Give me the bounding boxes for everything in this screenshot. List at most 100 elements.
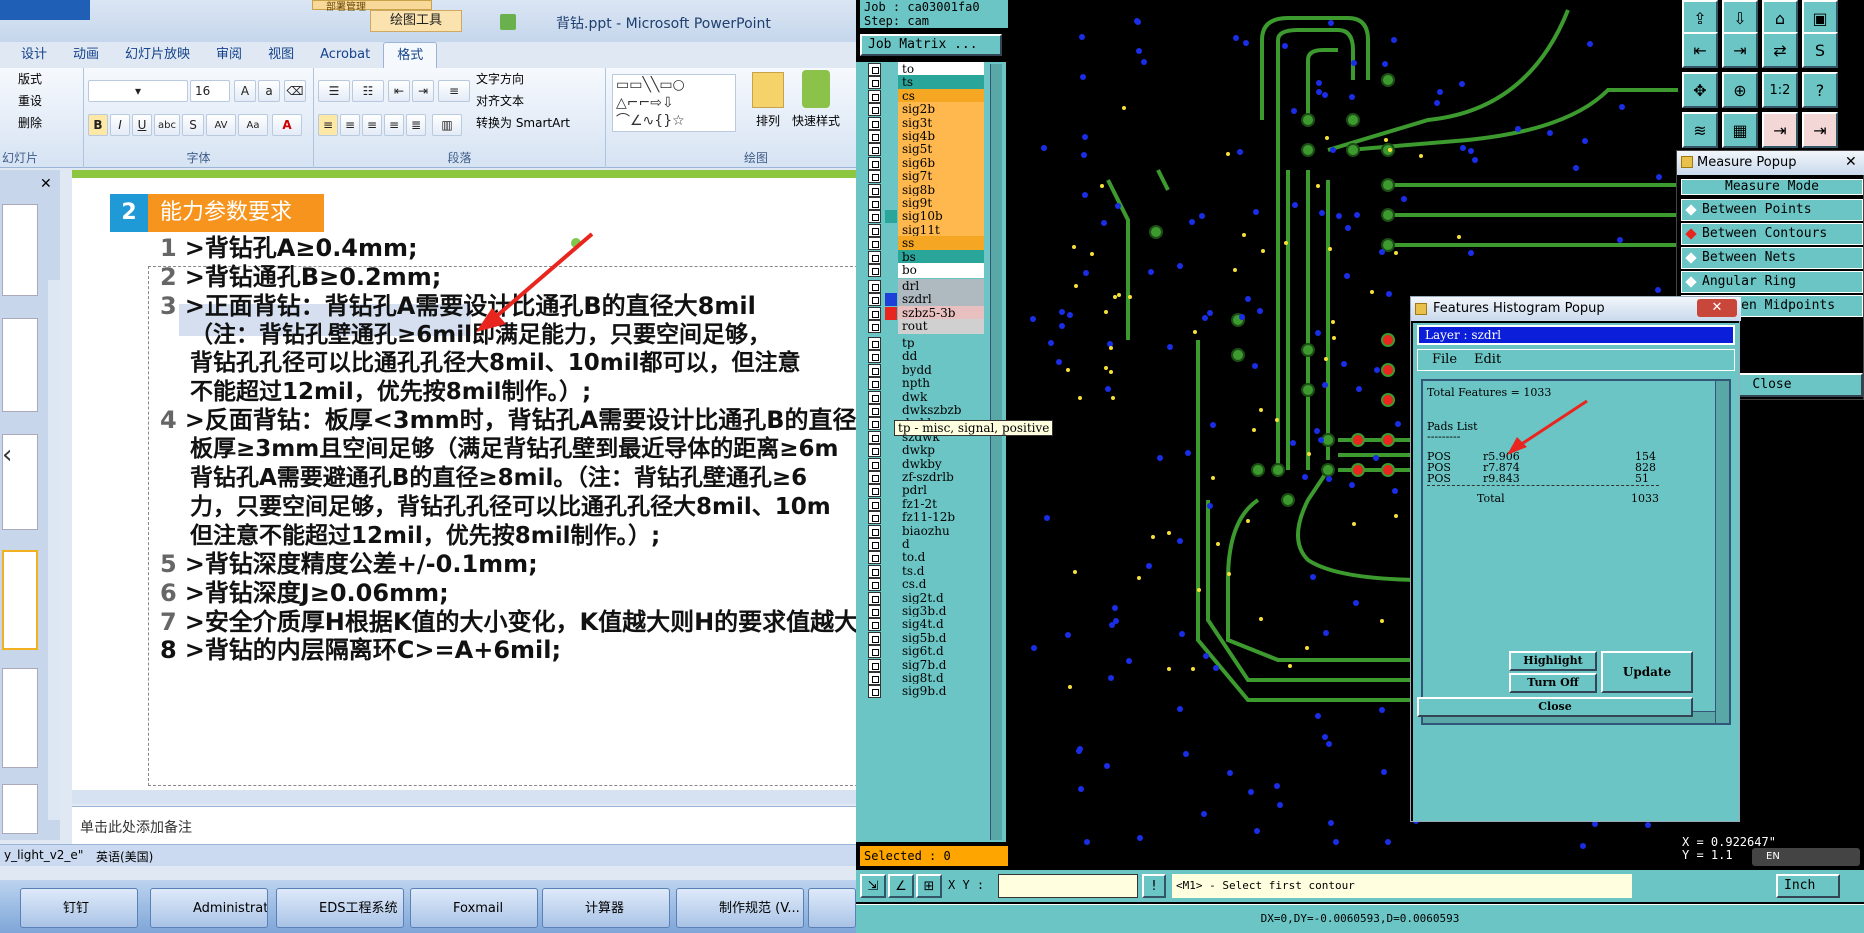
underline-icon[interactable]: U xyxy=(132,114,152,136)
layer-checkbox[interactable] xyxy=(868,350,881,364)
layer-checkbox[interactable] xyxy=(868,430,881,444)
shrink-font-icon[interactable]: a xyxy=(258,80,280,102)
layer-checkbox[interactable] xyxy=(868,658,881,672)
layer-row[interactable]: bo xyxy=(868,263,984,278)
bold-icon[interactable]: B xyxy=(88,114,108,136)
align-left-icon[interactable]: ≡ xyxy=(318,114,338,136)
layer-checkbox[interactable] xyxy=(868,605,881,618)
tool-help-icon[interactable]: ? xyxy=(1802,72,1838,108)
delete-button[interactable]: 删除 xyxy=(18,114,42,131)
clear-format-icon[interactable]: ⌫ xyxy=(284,80,306,102)
layer-checkbox[interactable] xyxy=(868,471,881,484)
layer-checkbox[interactable] xyxy=(868,497,881,511)
layer-checkbox[interactable] xyxy=(868,210,881,224)
layout-button[interactable]: 版式 xyxy=(18,70,42,87)
layer-checkbox[interactable] xyxy=(868,63,881,76)
tab-animation[interactable]: 动画 xyxy=(60,42,112,68)
layer-checkbox[interactable] xyxy=(868,564,881,578)
ime-indicator[interactable]: EN xyxy=(1752,848,1860,866)
italic-icon[interactable]: I xyxy=(110,114,130,136)
measure-option[interactable]: Between Contours xyxy=(1681,223,1863,245)
turn-off-button[interactable]: Turn Off xyxy=(1509,673,1597,693)
layer-checkbox[interactable] xyxy=(868,76,881,90)
decrease-indent-icon[interactable]: ⇤ xyxy=(388,80,410,102)
text-direction-button[interactable]: 文字方向 xyxy=(476,70,524,87)
layer-checkbox[interactable] xyxy=(868,511,881,525)
layer-checkbox[interactable] xyxy=(868,672,881,685)
taskbar-foxmail[interactable]: Foxmail xyxy=(410,888,538,928)
layer-list-scrollbar[interactable] xyxy=(990,64,1002,840)
arrange-icon[interactable] xyxy=(752,72,784,108)
info-icon[interactable]: ! xyxy=(1142,874,1166,898)
shapes-gallery[interactable]: ▭▭╲╲▭○ △⌐⌐⇨⇩ ⌒∠∿{}☆ xyxy=(612,74,736,132)
layer-checkbox[interactable] xyxy=(868,306,881,320)
layer-checkbox[interactable] xyxy=(868,457,881,471)
layer-checkbox[interactable] xyxy=(868,631,881,645)
taskbar-extra[interactable] xyxy=(808,888,856,928)
layer-checkbox[interactable] xyxy=(868,444,881,458)
slide-thumbnail[interactable] xyxy=(2,550,38,650)
tab-acrobat[interactable]: Acrobat xyxy=(307,42,383,68)
slide-thumbnail[interactable] xyxy=(2,204,38,296)
tab-format[interactable]: 格式 xyxy=(383,42,438,68)
tool-left-icon[interactable]: ⇤ xyxy=(1682,32,1718,68)
layer-checkbox[interactable] xyxy=(868,293,881,307)
taskbar-spec[interactable]: 制作规范 (V... xyxy=(676,888,804,928)
layer-checkbox[interactable] xyxy=(868,183,881,197)
layer-checkbox[interactable] xyxy=(868,250,881,264)
update-button[interactable]: Update xyxy=(1601,651,1693,693)
change-case-icon[interactable]: Aa xyxy=(238,114,268,136)
layer-checkbox[interactable] xyxy=(868,197,881,210)
layer-checkbox[interactable] xyxy=(868,130,881,143)
bullets-icon[interactable]: ☰ xyxy=(318,80,350,102)
layer-checkbox[interactable] xyxy=(868,320,881,334)
grow-font-icon[interactable]: A xyxy=(234,80,256,102)
tool-window-icon[interactable]: ▣ xyxy=(1802,0,1838,36)
layer-checkbox[interactable] xyxy=(868,538,881,551)
layer-checkbox[interactable] xyxy=(868,578,881,592)
tool-expand-icon[interactable]: ✥ xyxy=(1682,72,1718,108)
justify-icon[interactable]: ≡ xyxy=(384,114,404,136)
tool-ratio-icon[interactable]: 1:2 xyxy=(1762,72,1798,108)
layer-checkbox[interactable] xyxy=(868,524,881,538)
tool-layers-icon[interactable]: ≋ xyxy=(1682,112,1718,148)
tool-center-icon[interactable]: ⊕ xyxy=(1722,72,1758,108)
unit-dropdown[interactable]: Inch xyxy=(1776,874,1840,898)
layer-checkbox[interactable] xyxy=(868,170,881,184)
align-right-icon[interactable]: ≡ xyxy=(362,114,382,136)
tab-view[interactable]: 视图 xyxy=(255,42,307,68)
layer-checkbox[interactable] xyxy=(868,116,881,130)
char-spacing-icon[interactable]: AV xyxy=(206,114,236,136)
layer-row[interactable]: rout xyxy=(868,319,984,335)
layer-checkbox[interactable] xyxy=(868,363,881,377)
layer-checkbox[interactable] xyxy=(868,156,881,170)
strikethrough-icon[interactable]: abc xyxy=(154,114,180,136)
font-size-dropdown[interactable]: 16 xyxy=(190,80,230,102)
font-name-dropdown[interactable]: ▾ xyxy=(88,80,188,102)
tool-mirror-icon[interactable]: ⇄ xyxy=(1762,32,1798,68)
tab-design[interactable]: 设计 xyxy=(8,42,60,68)
align-center-icon[interactable]: ≡ xyxy=(340,114,360,136)
taskbar-dingtalk[interactable]: 钉钉 xyxy=(20,888,138,928)
layer-row[interactable]: sig9b.d xyxy=(868,684,984,700)
layer-checkbox[interactable] xyxy=(868,484,881,498)
tab-slideshow[interactable]: 幻灯片放映 xyxy=(112,42,203,68)
taskbar-administrator[interactable]: Administrat... xyxy=(150,888,268,928)
distributed-icon[interactable]: ≣ xyxy=(406,114,426,136)
cmd-tool3-icon[interactable]: ⊞ xyxy=(916,874,942,898)
layer-checkbox[interactable] xyxy=(868,280,881,293)
layer-checkbox[interactable] xyxy=(868,618,881,632)
measure-option[interactable]: Between Nets xyxy=(1681,247,1863,269)
slide-hscrollbar[interactable] xyxy=(72,790,856,804)
shadow-icon[interactable]: S xyxy=(182,114,204,136)
taskbar-eds[interactable]: EDS工程系统 xyxy=(276,888,404,928)
layer-checkbox[interactable] xyxy=(868,685,881,699)
arrange-button[interactable]: 排列 xyxy=(756,112,780,129)
layer-checkbox[interactable] xyxy=(868,103,881,117)
layer-checkbox[interactable] xyxy=(868,417,881,431)
layer-checkbox[interactable] xyxy=(868,89,881,103)
layer-checkbox[interactable] xyxy=(868,337,881,350)
tool-right-icon[interactable]: ⇥ xyxy=(1722,32,1758,68)
tool-curve-icon[interactable]: S xyxy=(1802,32,1838,68)
measure-option[interactable]: Angular Ring xyxy=(1681,271,1863,293)
